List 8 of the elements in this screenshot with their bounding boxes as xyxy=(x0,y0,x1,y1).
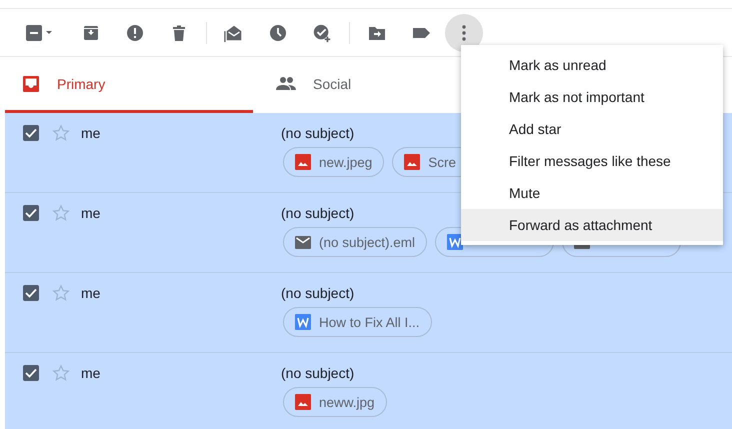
email-subject: (no subject) xyxy=(281,205,354,221)
email-subject: (no subject) xyxy=(281,125,354,141)
email-subject: (no subject) xyxy=(281,285,354,301)
sender-name: me xyxy=(81,365,102,381)
email-subject: (no subject) xyxy=(281,365,354,381)
sender-name: me xyxy=(81,125,102,141)
sender-name: me xyxy=(81,205,102,221)
sender-name: me xyxy=(81,285,102,301)
